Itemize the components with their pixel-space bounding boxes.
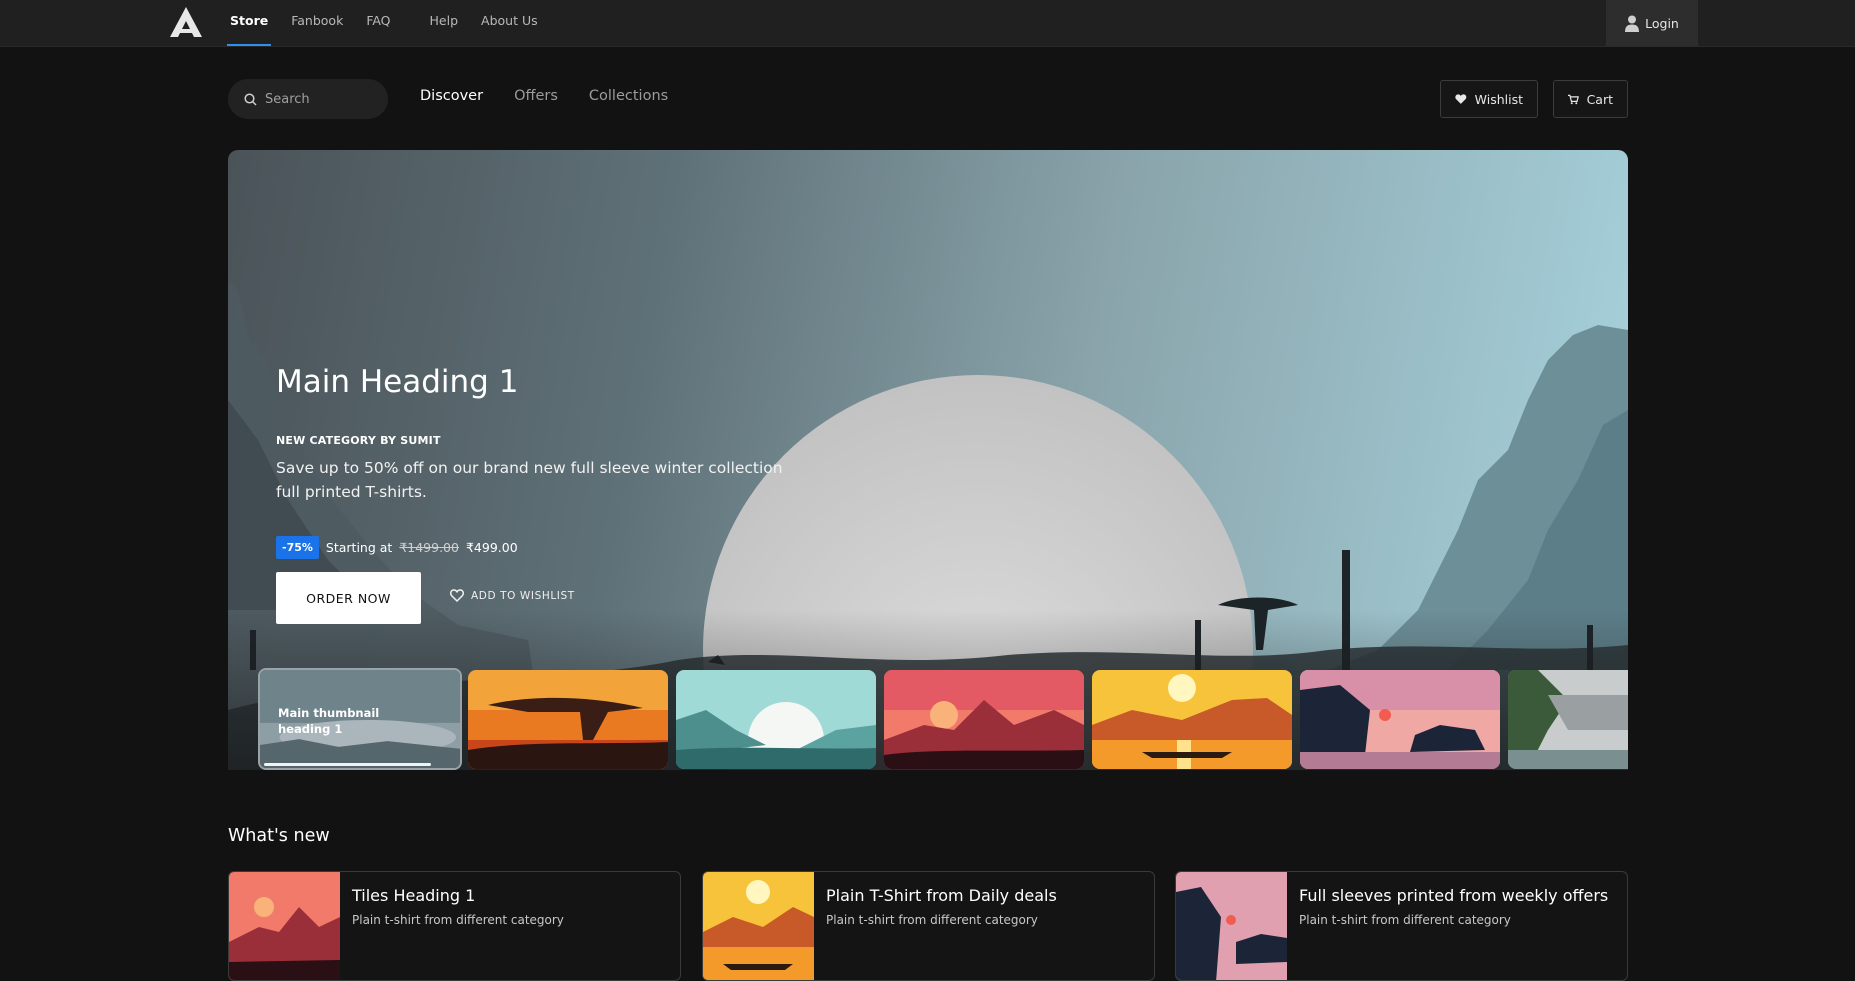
pink-forest-image: [884, 670, 1084, 769]
search-icon: [244, 92, 257, 106]
hero-description: Save up to 50% off on our brand new full…: [276, 459, 783, 501]
thumbnail-carousel: Main thumbnail heading 1: [228, 668, 1628, 770]
thumbnail-pink-forest[interactable]: [884, 670, 1084, 769]
tile-title: Plain T-Shirt from Daily deals: [826, 886, 1057, 905]
cart-button[interactable]: Cart: [1553, 80, 1628, 118]
thumbnail-active-label: Main thumbnail heading 1: [278, 706, 380, 736]
heart-icon: [1455, 94, 1467, 104]
discount-badge: -75%: [276, 536, 319, 559]
order-now-button[interactable]: ORDER NOW: [276, 572, 421, 624]
search-input[interactable]: [265, 91, 375, 107]
add-to-wishlist-button[interactable]: ADD TO WISHLIST: [450, 589, 575, 602]
tile-subtitle: Plain t-shirt from different category: [1299, 913, 1511, 927]
tab-discover[interactable]: Discover: [420, 88, 483, 104]
pink-rocks-image: [1300, 670, 1500, 769]
nav-about-us[interactable]: About Us: [481, 0, 538, 47]
thumbnail-savanna-sunset[interactable]: [468, 670, 668, 769]
wishlist-button[interactable]: Wishlist: [1440, 80, 1538, 118]
user-icon: [1625, 15, 1640, 32]
tile-subtitle: Plain t-shirt from different category: [826, 913, 1038, 927]
grey-cliff-image: [1508, 670, 1628, 769]
tile-image-yellow-lake: [703, 872, 814, 980]
nav-fanbook[interactable]: Fanbook: [291, 0, 343, 47]
price-row: -75% Starting at ₹1499.00 ₹499.00: [276, 536, 518, 559]
tab-offers[interactable]: Offers: [514, 88, 558, 104]
new-price: ₹499.00: [465, 540, 518, 555]
thumbnail-teal-sunset[interactable]: [676, 670, 876, 769]
add-to-wishlist-label: ADD TO WISHLIST: [471, 589, 575, 602]
primary-nav: Store Fanbook FAQ Help About Us: [226, 0, 561, 47]
store-tabs: Discover Offers Collections: [420, 88, 668, 104]
tile-image-pink-rocks: [1176, 872, 1287, 980]
cart-icon: [1568, 94, 1579, 104]
tile-text: Plain T-Shirt from Daily deals Plain t-s…: [814, 872, 1069, 980]
thumbnail-misty-lake[interactable]: Main thumbnail heading 1: [258, 668, 462, 770]
tile-card[interactable]: Full sleeves printed from weekly offers …: [1175, 871, 1628, 981]
yellow-lake-image: [1092, 670, 1292, 769]
nav-store[interactable]: Store: [226, 0, 272, 47]
login-button[interactable]: Login: [1606, 0, 1698, 46]
hero-kicker: NEW CATEGORY BY SUMIT: [276, 434, 441, 447]
savanna-sunset-image: [468, 670, 668, 769]
old-price: ₹1499.00: [399, 540, 459, 555]
tab-collections[interactable]: Collections: [589, 88, 668, 104]
tile-title: Full sleeves printed from weekly offers: [1299, 886, 1609, 905]
hero-title: Main Heading 1: [276, 364, 519, 400]
thumbnail-grey-cliff[interactable]: [1508, 670, 1628, 769]
tile-card[interactable]: Tiles Heading 1 Plain t-shirt from diffe…: [228, 871, 681, 981]
tile-subtitle: Plain t-shirt from different category: [352, 913, 564, 927]
thumbnail-pink-rocks[interactable]: [1300, 670, 1500, 769]
login-label: Login: [1645, 15, 1679, 31]
wishlist-label: Wishlist: [1474, 91, 1523, 107]
whats-new-heading: What's new: [228, 826, 330, 846]
hero-banner: Main Heading 1 NEW CATEGORY BY SUMIT Sav…: [228, 150, 1628, 770]
search-box[interactable]: [228, 79, 388, 119]
nav-faq[interactable]: FAQ: [366, 0, 390, 47]
tile-text: Tiles Heading 1 Plain t-shirt from diffe…: [340, 872, 576, 980]
tile-text: Full sleeves printed from weekly offers …: [1287, 872, 1620, 980]
brand-logo-icon[interactable]: [168, 5, 204, 39]
teal-sunset-image: [676, 670, 876, 769]
tile-title: Tiles Heading 1: [352, 886, 476, 905]
heart-outline-icon: [450, 589, 464, 602]
top-navbar: Store Fanbook FAQ Help About Us Login: [0, 0, 1855, 47]
thumbnail-yellow-lake[interactable]: [1092, 670, 1292, 769]
nav-help[interactable]: Help: [430, 0, 459, 47]
price-prefix: Starting at: [325, 540, 393, 555]
tile-card[interactable]: Plain T-Shirt from Daily deals Plain t-s…: [702, 871, 1155, 981]
tile-image-pink-forest: [229, 872, 340, 980]
thumbnail-progress-bar: [264, 763, 431, 766]
cart-label: Cart: [1586, 91, 1613, 107]
